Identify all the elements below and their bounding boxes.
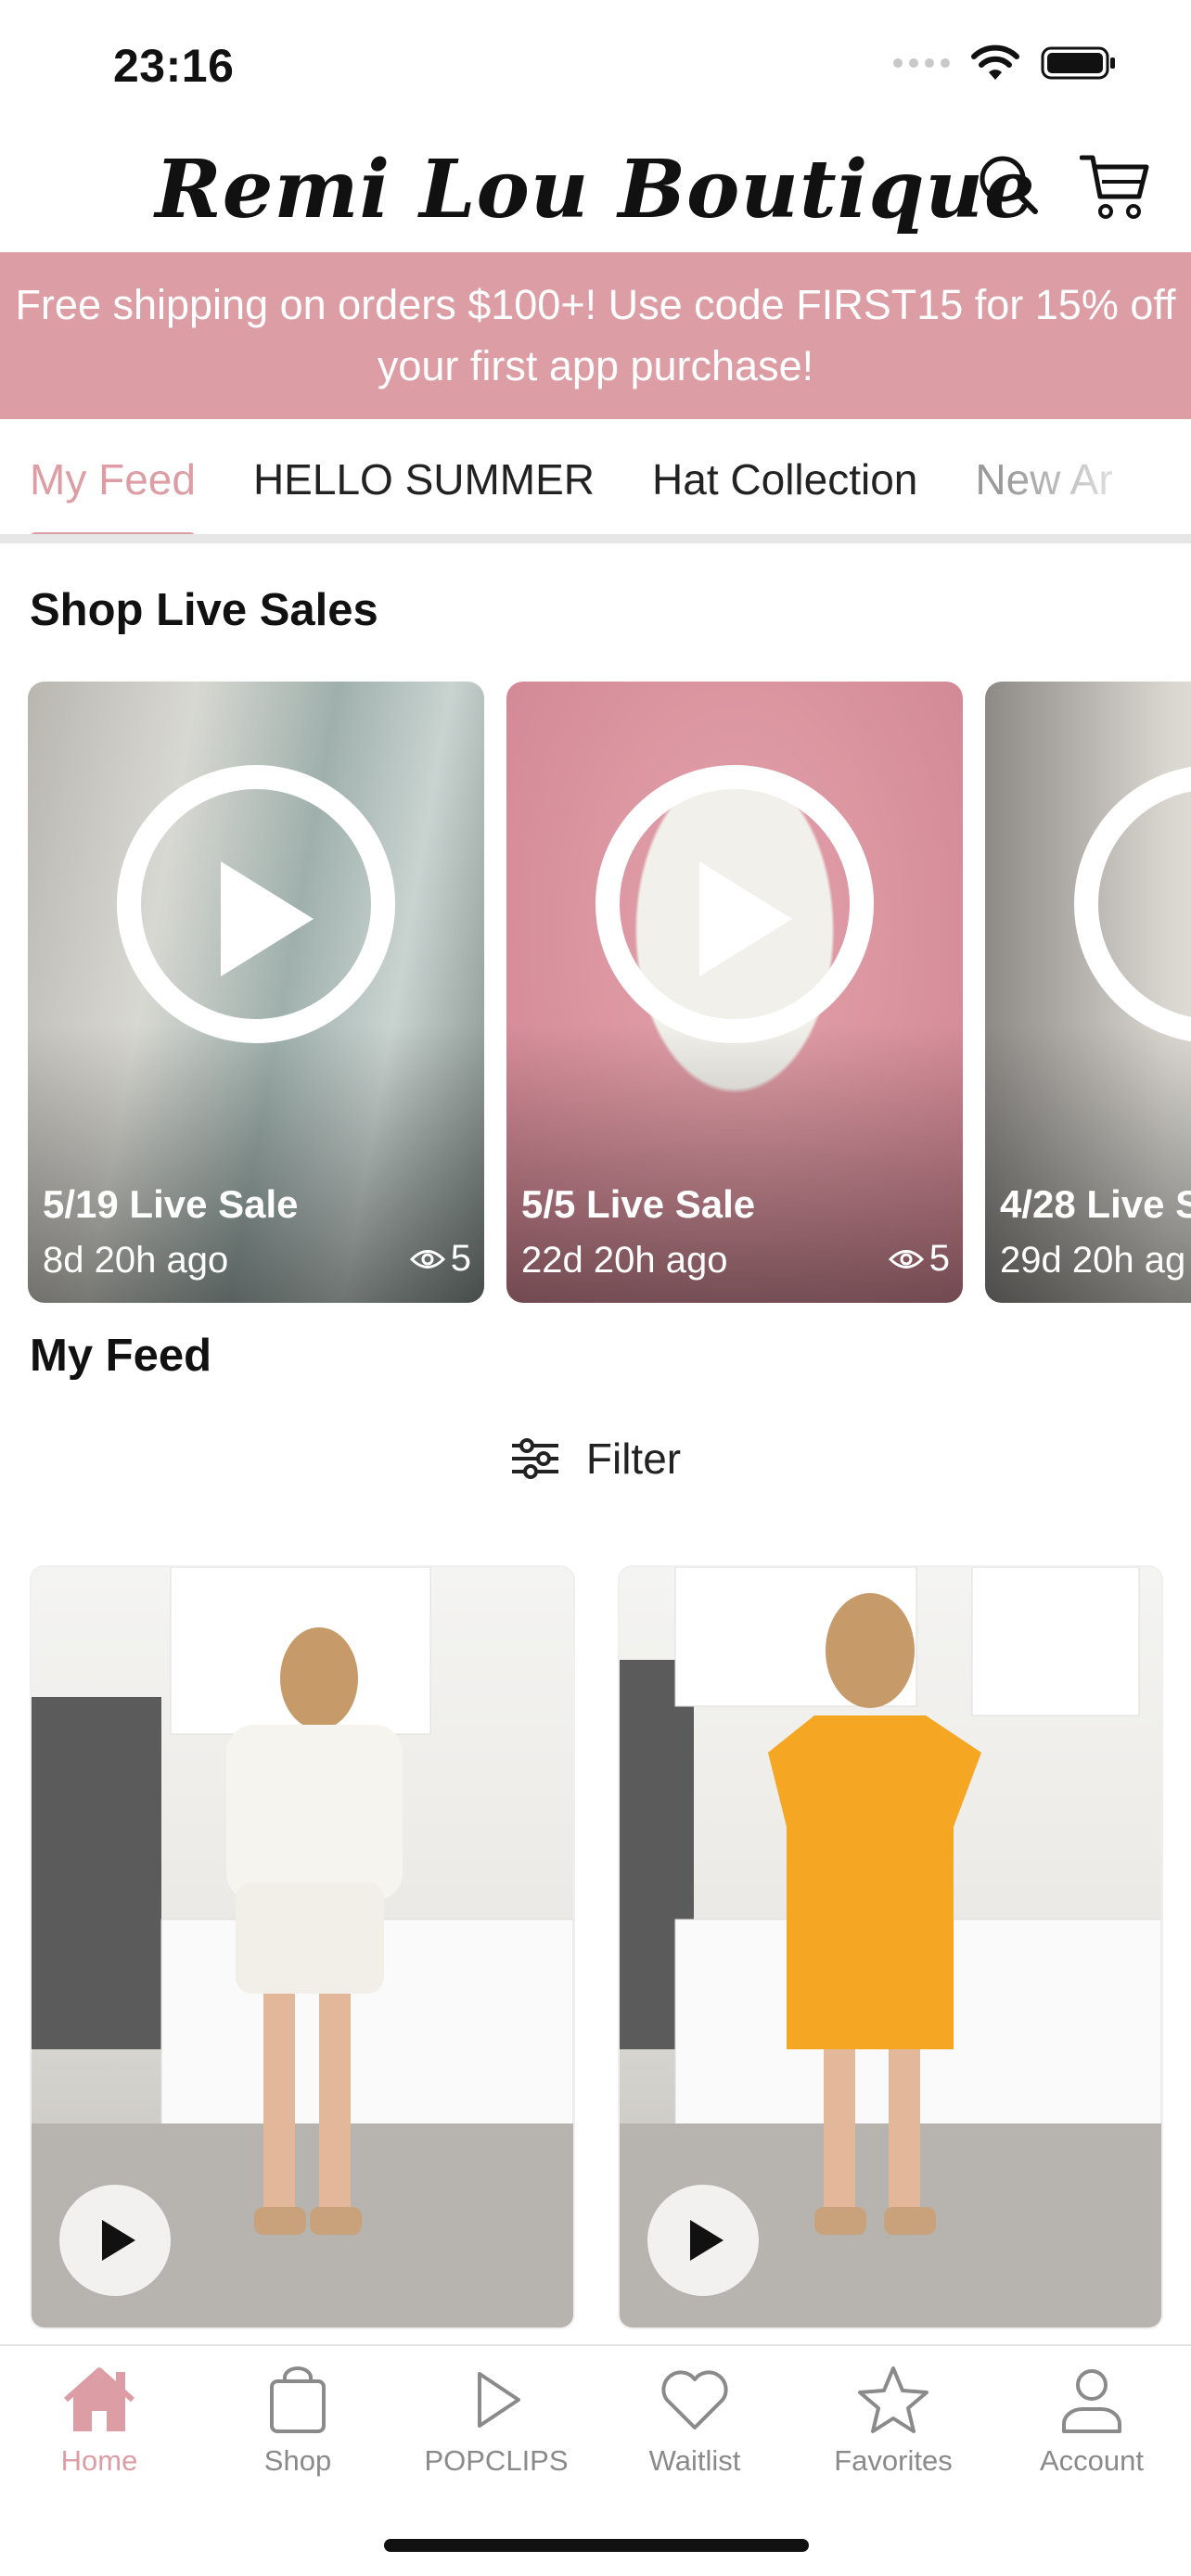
play-outline-icon: [478, 2372, 520, 2428]
live-sales-carousel[interactable]: 5/19 Live Sale 8d 20h ago 5 5/5 Live Sal…: [28, 682, 1191, 1303]
eye-icon: [409, 1249, 445, 1269]
live-sale-title: 5/5 Live Sale: [521, 1182, 756, 1226]
nav-label: Account: [1039, 2444, 1144, 2477]
cart-icon[interactable]: [1080, 152, 1150, 221]
play-button[interactable]: [647, 2185, 759, 2296]
status-bar: 23:16: [0, 0, 1191, 130]
feed-title: My Feed: [30, 1331, 212, 1381]
nav-label: POPCLIPS: [424, 2444, 569, 2477]
feed-video-card[interactable]: [32, 1567, 573, 2327]
status-time: 23:16: [113, 40, 235, 92]
promo-banner[interactable]: Free shipping on orders $100+! Use code …: [0, 252, 1191, 419]
play-icon: [221, 861, 314, 976]
nav-label: Waitlist: [648, 2444, 741, 2477]
home-icon: [64, 2367, 134, 2431]
tab-hat-collection[interactable]: Hat Collection: [652, 454, 917, 504]
view-count: 5: [888, 1238, 950, 1280]
battery-icon: [1041, 46, 1115, 80]
play-icon: [690, 2220, 724, 2261]
cellular-signal-icon: [893, 58, 950, 68]
eye-icon: [888, 1249, 924, 1269]
heart-icon: [661, 2370, 728, 2429]
tab-my-feed[interactable]: My Feed: [30, 454, 196, 534]
view-count: 5: [409, 1238, 471, 1280]
nav-popclips[interactable]: POPCLIPS: [397, 2365, 596, 2478]
live-sale-card[interactable]: 5/5 Live Sale 22d 20h ago 5: [506, 682, 963, 1303]
play-circle-icon: [1074, 765, 1191, 1043]
play-icon: [102, 2220, 135, 2261]
star-icon: [858, 2366, 928, 2433]
live-sale-time: 22d 20h ago: [521, 1240, 728, 1281]
nav-account[interactable]: Account: [992, 2365, 1191, 2478]
nav-label: Shop: [263, 2444, 332, 2477]
person-icon: [1062, 2369, 1121, 2433]
play-button[interactable]: [59, 2185, 171, 2296]
live-sale-title: 5/19 Live Sale: [43, 1182, 299, 1226]
promo-text: Free shipping on orders $100+! Use code …: [15, 281, 1176, 389]
sliders-icon: [511, 1438, 558, 1479]
live-sales-title: Shop Live Sales: [30, 585, 378, 635]
feed-video-card[interactable]: [620, 1567, 1161, 2327]
nav-home[interactable]: Home: [0, 2365, 198, 2478]
live-sale-card[interactable]: 5/19 Live Sale 8d 20h ago 5: [28, 682, 484, 1303]
live-sale-time: 29d 20h ag: [1000, 1240, 1186, 1281]
filter-label: Filter: [585, 1435, 682, 1483]
home-indicator: [384, 2539, 809, 2552]
filter-button[interactable]: Filter: [0, 1434, 1191, 1484]
category-tabs: My Feed HELLO SUMMER Hat Collection New …: [0, 419, 1191, 543]
nav-waitlist[interactable]: Waitlist: [596, 2365, 794, 2478]
app-header: Remi Lou Boutique: [0, 130, 1191, 252]
tab-fade-overlay: [1005, 419, 1191, 534]
live-sale-card[interactable]: 4/28 Live S 29d 20h ag: [985, 682, 1191, 1303]
bag-icon: [270, 2366, 326, 2433]
status-icons: [893, 45, 1117, 82]
nav-favorites[interactable]: Favorites: [794, 2365, 992, 2478]
nav-shop[interactable]: Shop: [198, 2365, 397, 2478]
nav-label: Home: [60, 2444, 138, 2477]
tab-hello-summer[interactable]: HELLO SUMMER: [253, 454, 595, 504]
live-sale-time: 8d 20h ago: [43, 1240, 229, 1281]
live-sale-title: 4/28 Live S: [1000, 1182, 1191, 1226]
search-icon[interactable]: [976, 152, 1041, 217]
play-icon: [699, 861, 792, 976]
nav-label: Favorites: [834, 2444, 953, 2477]
wifi-icon: [971, 45, 1019, 80]
